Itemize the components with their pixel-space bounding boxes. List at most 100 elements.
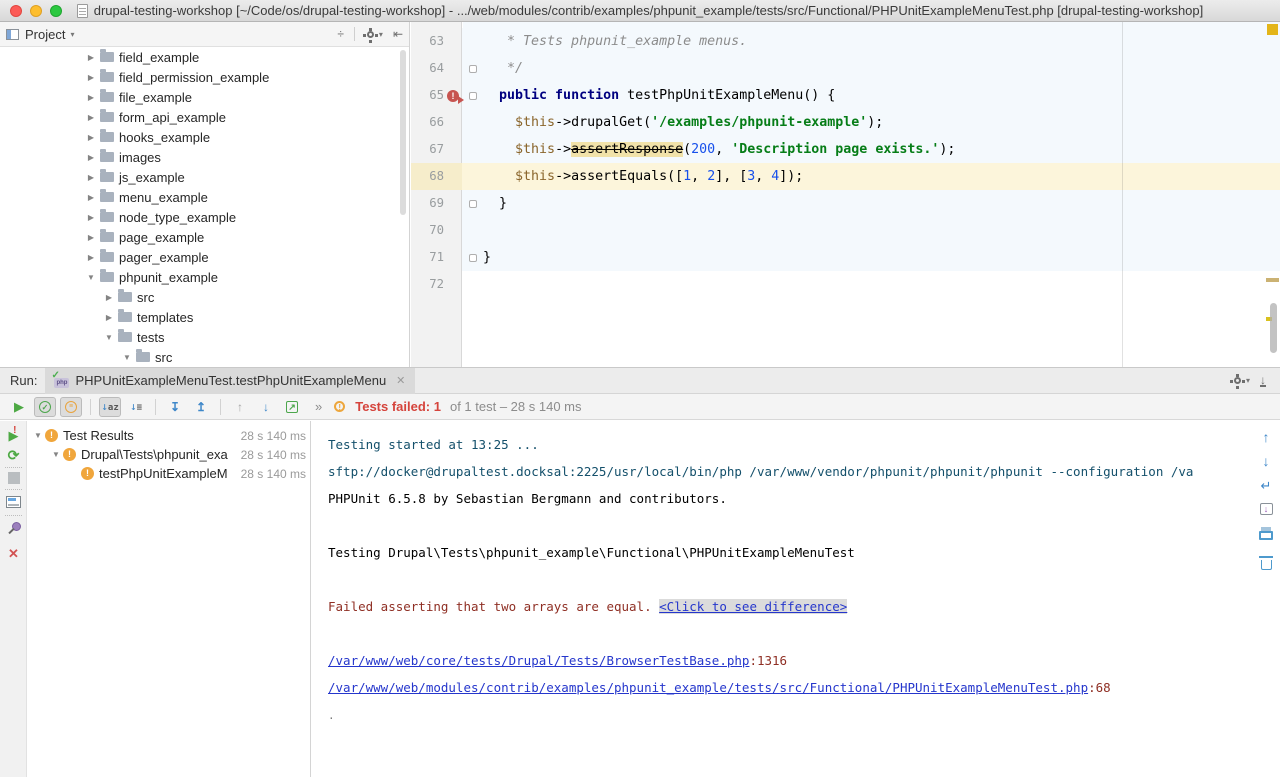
project-tree-item[interactable]: ▶field_permission_example xyxy=(0,67,409,87)
toggle-auto-test-button[interactable]: ⟳ xyxy=(0,447,27,465)
chevron-down-icon[interactable]: ▼ xyxy=(102,333,116,342)
chevron-right-icon[interactable]: ▶ xyxy=(102,293,116,302)
code-text[interactable]: $this->drupalGet('/examples/phpunit-exam… xyxy=(483,109,1280,136)
hide-panel-icon[interactable]: ⇤ xyxy=(393,28,403,40)
chevron-down-icon[interactable]: ▼ xyxy=(120,353,134,362)
expand-all-button[interactable]: ↧ xyxy=(164,397,186,417)
chevron-down-icon[interactable]: ▼ xyxy=(49,450,63,459)
test-tree-item[interactable]: ▶!testPhpUnitExampleM28 s 140 ms xyxy=(27,464,310,483)
hide-panel-icon[interactable]: ↓ xyxy=(1260,375,1266,387)
code-editor[interactable]: 63 * Tests phpunit_example menus.64 */65… xyxy=(411,22,1280,367)
chevron-right-icon[interactable]: ▶ xyxy=(84,153,98,162)
project-scrollbar-thumb[interactable] xyxy=(400,50,406,215)
test-console[interactable]: Testing started at 13:25 ...sftp://docke… xyxy=(312,421,1252,777)
sort-by-duration-toggle[interactable]: ↓≡ xyxy=(125,397,147,417)
project-tree-item[interactable]: ▶templates xyxy=(0,307,409,327)
error-stripe-indicator[interactable] xyxy=(1267,24,1278,35)
console-link[interactable]: <Click to see difference> xyxy=(659,599,847,614)
fold-marker-icon[interactable] xyxy=(469,200,477,208)
code-text[interactable]: $this->assertResponse(200, 'Description … xyxy=(483,136,1280,163)
chevron-right-icon[interactable]: ▶ xyxy=(84,193,98,202)
chevron-right-icon[interactable]: ▶ xyxy=(84,233,98,242)
project-tree-item[interactable]: ▶field_example xyxy=(0,47,409,67)
window-controls[interactable] xyxy=(10,5,62,17)
test-tree-item[interactable]: ▼!Drupal\Tests\phpunit_exa28 s 140 ms xyxy=(27,445,310,464)
folder-icon xyxy=(136,352,150,362)
console-link[interactable]: /var/www/web/modules/contrib/examples/ph… xyxy=(328,680,1088,695)
print-button[interactable] xyxy=(1252,527,1280,540)
scroll-from-source-icon[interactable]: ÷ xyxy=(337,28,344,40)
project-tree-item[interactable]: ▶form_api_example xyxy=(0,107,409,127)
sort-alphabetically-toggle[interactable]: ↓az xyxy=(99,397,121,417)
export-test-results-button[interactable]: ↗ xyxy=(281,397,303,417)
chevron-right-icon[interactable]: ▶ xyxy=(84,73,98,82)
show-ignored-toggle[interactable]: ≡ xyxy=(60,397,82,417)
fold-marker-icon[interactable] xyxy=(469,92,477,100)
restore-layout-button[interactable] xyxy=(0,495,27,513)
code-text[interactable]: * Tests phpunit_example menus. xyxy=(483,28,1280,55)
show-passed-toggle[interactable]: ✓ xyxy=(34,397,56,417)
code-text[interactable] xyxy=(483,271,1280,298)
close-icon[interactable]: ✕ xyxy=(396,374,405,387)
scroll-to-end-button[interactable]: ↓ xyxy=(1252,503,1280,515)
code-text[interactable]: */ xyxy=(483,55,1280,82)
editor-scrollbar-thumb[interactable] xyxy=(1270,303,1277,353)
more-actions-icon[interactable]: » xyxy=(315,399,322,414)
chevron-down-icon[interactable]: ▼ xyxy=(31,431,45,440)
project-tree-item[interactable]: ▶page_example xyxy=(0,227,409,247)
project-tree-item[interactable]: ▶images xyxy=(0,147,409,167)
code-text[interactable]: } xyxy=(483,190,1280,217)
chevron-right-icon[interactable]: ▶ xyxy=(84,173,98,182)
fold-marker-icon[interactable] xyxy=(469,65,477,73)
chevron-right-icon[interactable]: ▶ xyxy=(84,213,98,222)
chevron-right-icon[interactable]: ▶ xyxy=(84,53,98,62)
code-text[interactable] xyxy=(483,217,1280,244)
code-text[interactable]: $this->assertEquals([1, 2], [3, 4]); xyxy=(483,163,1280,190)
scroll-to-bottom-button[interactable]: ↓ xyxy=(1252,453,1280,469)
close-button[interactable]: ✕ xyxy=(0,545,27,563)
minimize-window-button[interactable] xyxy=(30,5,42,17)
previous-failed-test-button[interactable]: ↑ xyxy=(229,397,251,417)
stop-button[interactable] xyxy=(0,471,27,489)
soft-wrap-toggle[interactable]: ↵ xyxy=(1252,478,1280,494)
chevron-down-icon[interactable]: ▾ xyxy=(379,30,383,39)
project-tree-item[interactable]: ▼phpunit_example xyxy=(0,267,409,287)
collapse-all-button[interactable]: ↥ xyxy=(190,397,212,417)
chevron-right-icon[interactable]: ▶ xyxy=(84,113,98,122)
scroll-to-top-button[interactable]: ↑ xyxy=(1252,429,1280,445)
next-failed-test-button[interactable]: ↓ xyxy=(255,397,277,417)
project-tree-item[interactable]: ▶node_type_example xyxy=(0,207,409,227)
chevron-right-icon[interactable]: ▶ xyxy=(84,253,98,262)
fold-marker-icon[interactable] xyxy=(469,254,477,262)
console-link[interactable]: /var/www/web/core/tests/Drupal/Tests/Bro… xyxy=(328,653,749,668)
project-panel-title[interactable]: Project xyxy=(25,27,65,42)
stripe-mark-warning[interactable] xyxy=(1266,278,1279,282)
project-tree-item[interactable]: ▶menu_example xyxy=(0,187,409,207)
rerun-failed-tests-button[interactable]: ▶ xyxy=(0,427,27,445)
close-window-button[interactable] xyxy=(10,5,22,17)
gear-icon[interactable] xyxy=(1234,377,1241,384)
chevron-down-icon[interactable]: ▾ xyxy=(70,30,74,39)
run-configuration-tab[interactable]: php✓ PHPUnitExampleMenuTest.testPhpUnitE… xyxy=(45,368,415,394)
chevron-right-icon[interactable]: ▶ xyxy=(102,313,116,322)
rerun-button[interactable]: ▶ xyxy=(8,397,30,417)
project-tree-item[interactable]: ▶js_example xyxy=(0,167,409,187)
project-tree-item[interactable]: ▶pager_example xyxy=(0,247,409,267)
project-tree-item[interactable]: ▶src xyxy=(0,287,409,307)
project-tree-item[interactable]: ▼src xyxy=(0,347,409,367)
failed-test-run-icon[interactable] xyxy=(447,90,459,102)
chevron-down-icon[interactable]: ▾ xyxy=(1246,376,1250,385)
project-tree-item[interactable]: ▼tests xyxy=(0,327,409,347)
project-tree-item[interactable]: ▶file_example xyxy=(0,87,409,107)
chevron-right-icon[interactable]: ▶ xyxy=(84,93,98,102)
code-text[interactable]: public function testPhpUnitExampleMenu()… xyxy=(483,82,1280,109)
test-tree-item[interactable]: ▼!Test Results28 s 140 ms xyxy=(27,426,310,445)
chevron-down-icon[interactable]: ▼ xyxy=(84,273,98,282)
pin-tab-button[interactable] xyxy=(0,521,27,541)
gear-icon[interactable] xyxy=(367,31,374,38)
project-tree-item[interactable]: ▶hooks_example xyxy=(0,127,409,147)
clear-console-button[interactable] xyxy=(1252,555,1280,570)
chevron-right-icon[interactable]: ▶ xyxy=(84,133,98,142)
code-text[interactable]: } xyxy=(483,244,1280,271)
zoom-window-button[interactable] xyxy=(50,5,62,17)
